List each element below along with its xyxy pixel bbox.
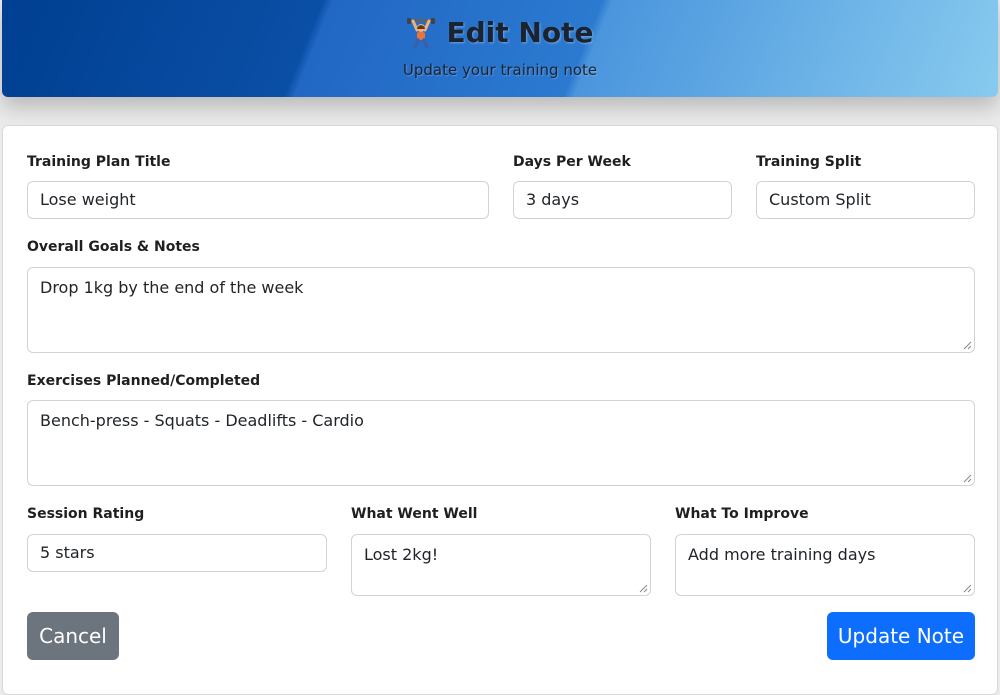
update-note-button[interactable]: Update Note: [827, 612, 975, 660]
resize-grip-icon[interactable]: [963, 341, 972, 350]
training-plan-title-input[interactable]: Lose weight: [27, 181, 489, 219]
days-per-week-input[interactable]: 3 days: [513, 181, 732, 219]
page-subtitle: Update your training note: [402, 61, 598, 79]
session-rating-label: Session Rating: [27, 506, 145, 522]
days-per-week-label: Days Per Week: [513, 154, 631, 170]
resize-grip-icon[interactable]: [639, 584, 648, 593]
resize-grip-icon[interactable]: [963, 474, 972, 483]
overall-goals-textarea[interactable]: Drop 1kg by the end of the week: [27, 267, 975, 353]
exercises-label: Exercises Planned/Completed: [27, 373, 261, 389]
what-to-improve-label: What To Improve: [675, 506, 809, 522]
header-title: Edit Note: [2, 16, 998, 49]
resize-grip-icon[interactable]: [963, 584, 972, 593]
what-went-well-text: Lost 2kg!: [364, 545, 439, 564]
weightlifter-icon: [406, 17, 435, 49]
page-title: Edit Note: [446, 16, 594, 49]
what-went-well-label: What Went Well: [351, 506, 478, 522]
page-header: Edit Note Update your training note: [2, 0, 998, 97]
exercises-text: Bench-press - Squats - Deadlifts - Cardi…: [40, 411, 364, 430]
session-rating-input[interactable]: 5 stars: [27, 534, 327, 572]
training-split-input[interactable]: Custom Split: [756, 181, 975, 219]
training-split-label: Training Split: [756, 154, 862, 170]
what-to-improve-text: Add more training days: [688, 545, 876, 564]
overall-goals-label: Overall Goals & Notes: [27, 239, 200, 255]
overall-goals-text: Drop 1kg by the end of the week: [40, 278, 304, 297]
cancel-button[interactable]: Cancel: [27, 612, 119, 660]
edit-note-form: Training Plan Title Lose weight Days Per…: [2, 125, 998, 695]
exercises-textarea[interactable]: Bench-press - Squats - Deadlifts - Cardi…: [27, 400, 975, 486]
what-to-improve-textarea[interactable]: Add more training days: [675, 534, 975, 596]
training-plan-title-label: Training Plan Title: [27, 154, 171, 170]
what-went-well-textarea[interactable]: Lost 2kg!: [351, 534, 651, 596]
